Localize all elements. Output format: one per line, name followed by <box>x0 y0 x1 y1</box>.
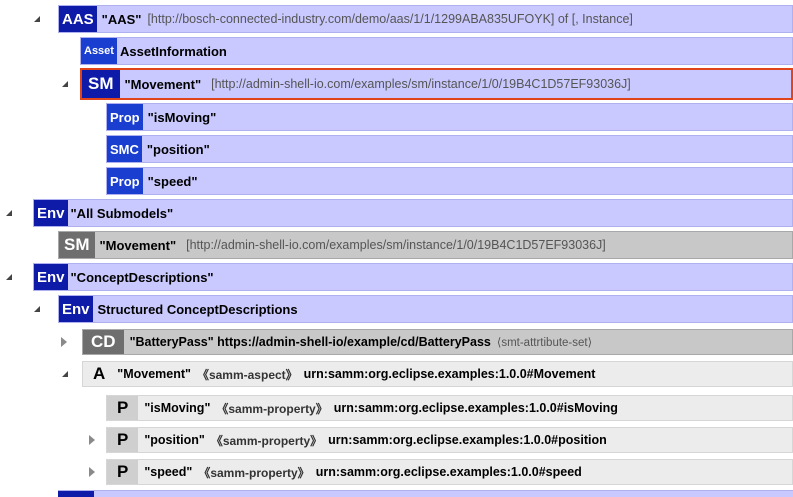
tree-row-aspect-movement[interactable]: A "Movement" 《samm-aspect》 urn:samm:org.… <box>0 359 793 389</box>
node-urn: urn:samm:org.eclipse.examples:1.0.0#posi… <box>328 433 607 447</box>
collapse-arrow-icon[interactable] <box>4 208 14 218</box>
node-name: "BatteryPass" https://admin-shell-io/exa… <box>129 335 491 349</box>
node-identifier: [http://admin-shell-io.com/examples/sm/i… <box>186 238 606 252</box>
node-kind: 《samm-property》 <box>216 401 328 416</box>
node-property-ismoving[interactable]: P "isMoving" 《samm-property》 urn:samm:or… <box>106 395 793 421</box>
collapse-arrow-icon[interactable] <box>60 79 70 89</box>
node-name: "ConceptDescriptions" <box>70 269 214 285</box>
node-name: "Movement" <box>117 367 191 381</box>
aas-tree-view: AAS "AAS" [http://bosch-connected-indust… <box>0 0 793 497</box>
node-aspect-movement[interactable]: A "Movement" 《samm-aspect》 urn:samm:org.… <box>82 361 793 387</box>
tree-row-env-structured[interactable]: Env Structured ConceptDescriptions <box>0 293 793 325</box>
node-name: "position" <box>146 141 210 157</box>
node-prop-speed[interactable]: Prop "speed" <box>106 167 793 195</box>
node-kind: 《samm-aspect》 <box>196 367 298 382</box>
tree-row-asset-information[interactable]: Asset AssetInformation <box>0 35 793 67</box>
tree-row-submodel-movement[interactable]: SM "Movement" [http://admin-shell-io.com… <box>0 67 793 101</box>
property-badge: P <box>107 428 139 452</box>
prop-badge: Prop <box>107 168 143 194</box>
node-name: "Movement" <box>124 76 202 92</box>
node-kind: ⟨smt-attrtibute-set⟩ <box>496 337 593 349</box>
tree-row-submodel-movement-ref[interactable]: SM "Movement" [http://admin-shell-io.com… <box>0 229 793 261</box>
tree-row-prop-ismoving[interactable]: Prop "isMoving" <box>0 101 793 133</box>
node-asset-information[interactable]: Asset AssetInformation <box>80 37 793 65</box>
tree-row-aas[interactable]: AAS "AAS" [http://bosch-connected-indust… <box>0 3 793 35</box>
cd-badge: CD <box>83 330 124 354</box>
aas-badge: AAS <box>59 6 97 32</box>
tree-row-property-speed[interactable]: P "speed" 《samm-property》 urn:samm:org.e… <box>0 457 793 487</box>
node-name: AssetInformation <box>119 43 227 59</box>
property-badge: P <box>107 396 139 420</box>
node-submodel-movement-ref[interactable]: SM "Movement" [http://admin-shell-io.com… <box>58 231 793 259</box>
tree-row-property-position[interactable]: P "position" 《samm-property》 urn:samm:or… <box>0 425 793 455</box>
node-property-position[interactable]: P "position" 《samm-property》 urn:samm:or… <box>106 427 793 453</box>
node-name: "All Submodels" <box>70 205 174 221</box>
node-prop-ismoving[interactable]: Prop "isMoving" <box>106 103 793 131</box>
property-badge: P <box>107 460 139 484</box>
aspect-badge: A <box>93 364 106 383</box>
node-kind: 《samm-property》 <box>210 433 323 448</box>
env-badge: Env <box>59 296 93 322</box>
node-urn: urn:samm:org.eclipse.examples:1.0.0#Move… <box>303 367 596 381</box>
expand-arrow-icon[interactable] <box>89 467 95 477</box>
node-name: "AAS" <box>101 11 142 27</box>
node-name: "isMoving" <box>147 109 217 125</box>
node-submodel-movement[interactable]: SM "Movement" [http://admin-shell-io.com… <box>80 68 793 100</box>
env-badge: Env <box>34 264 68 290</box>
tree-row-cd-batterypass[interactable]: CD "BatteryPass" https://admin-shell-io/… <box>0 327 793 357</box>
tree-row-smc-position[interactable]: SMC "position" <box>0 133 793 165</box>
asset-badge: Asset <box>81 38 117 64</box>
sm-badge: SM <box>82 70 120 98</box>
node-cd-batterypass[interactable]: CD "BatteryPass" https://admin-shell-io/… <box>82 329 793 355</box>
env-badge: Env <box>34 200 68 226</box>
node-property-speed[interactable]: P "speed" 《samm-property》 urn:samm:org.e… <box>106 459 793 485</box>
sm-badge: SM <box>59 232 95 258</box>
collapse-arrow-icon[interactable] <box>32 304 42 314</box>
node-env-concept-descriptions[interactable]: Env "ConceptDescriptions" <box>33 263 793 291</box>
tree-row-env-all-submodels[interactable]: Env "All Submodels" <box>0 197 793 229</box>
tree-row-env-concept-descriptions[interactable]: Env "ConceptDescriptions" <box>0 261 793 293</box>
collapse-arrow-icon[interactable] <box>4 272 14 282</box>
node-name: Structured ConceptDescriptions <box>97 301 298 317</box>
node-name: "speed" <box>147 173 198 189</box>
node-name: "speed" <box>144 465 193 479</box>
smc-badge: SMC <box>107 136 142 162</box>
tree-row-property-ismoving[interactable]: P "isMoving" 《samm-property》 urn:samm:or… <box>0 393 793 423</box>
node-aas[interactable]: AAS "AAS" [http://bosch-connected-indust… <box>58 5 793 33</box>
node-name: "Movement" <box>99 237 177 253</box>
node-name: "isMoving" <box>144 401 211 415</box>
collapse-arrow-icon[interactable] <box>32 14 42 24</box>
node-identifier: [http://bosch-connected-industry.com/dem… <box>147 12 633 26</box>
expand-arrow-icon[interactable] <box>61 337 67 347</box>
node-env-structured[interactable]: Env Structured ConceptDescriptions <box>58 295 793 323</box>
node-smc-position[interactable]: SMC "position" <box>106 135 793 163</box>
tree-row-prop-speed[interactable]: Prop "speed" <box>0 165 793 197</box>
node-env-all-submodels[interactable]: Env "All Submodels" <box>33 199 793 227</box>
expand-arrow-icon[interactable] <box>89 435 95 445</box>
node-urn: urn:samm:org.eclipse.examples:1.0.0#spee… <box>315 465 582 479</box>
collapse-arrow-icon[interactable] <box>60 369 70 379</box>
node-kind: 《samm-property》 <box>198 465 310 480</box>
node-name: "position" <box>144 433 205 447</box>
prop-badge: Prop <box>107 104 143 130</box>
env-badge-partial <box>58 491 94 497</box>
node-urn: urn:samm:org.eclipse.examples:1.0.0#isMo… <box>333 401 618 415</box>
node-identifier: [http://admin-shell-io.com/examples/sm/i… <box>211 77 631 91</box>
